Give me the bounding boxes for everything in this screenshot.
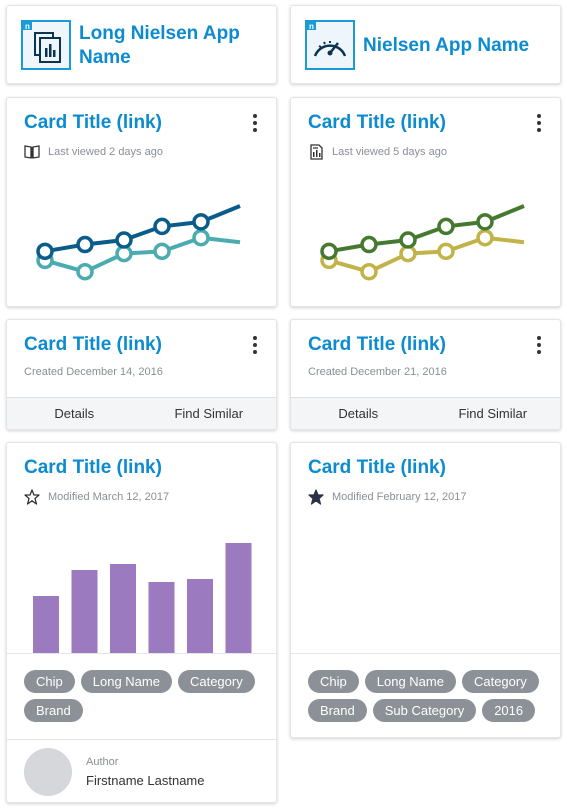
data-point [76,235,94,254]
card-title-link[interactable]: Card Title (link) [308,112,446,134]
details-button[interactable]: Details [7,398,142,429]
chip[interactable]: Long Name [364,670,456,693]
action-card-1: Card Title (link) Created December 14, 2… [6,319,277,430]
data-point [192,228,210,247]
chip[interactable]: Long Name [80,670,172,693]
series-line-1 [44,204,241,254]
details-button[interactable]: Details [291,398,426,429]
meta-text: Modified February 12, 2017 [332,491,467,503]
data-point [476,213,494,231]
meta-text: Created December 14, 2016 [24,366,163,378]
more-options-icon[interactable] [251,336,259,354]
action-card-2: Card Title (link) Created December 21, 2… [290,319,561,430]
card-title-link[interactable]: Card Title (link) [24,112,162,134]
data-point [320,242,338,261]
star-outline-icon[interactable] [24,489,40,505]
author-name: Firstname Lastname [86,773,205,788]
find-similar-button[interactable]: Find Similar [426,398,561,429]
divider [7,739,276,740]
data-point [115,231,133,249]
book-icon [24,145,40,159]
data-point [76,262,94,281]
chip[interactable]: Brand [24,699,83,722]
bar [187,579,213,653]
divider [291,653,560,654]
chip-list: Chip Long Name Category Brand [24,670,268,728]
chart-card-1: Card Title (link) Last viewed 2 days ago [6,97,277,307]
chip-list: Chip Long Name Category Brand Sub Category 20… [308,670,552,728]
data-point [476,228,494,247]
avatar [24,748,72,796]
tag-card-2: Card Title (link) Modified February 12, … [290,442,561,738]
meta-text: Modified March 12, 2017 [48,491,170,503]
report-grid-icon: n [21,20,71,70]
app-card-long-nielsen[interactable]: n Long Nielsen App Name [6,5,277,84]
app-card-nielsen[interactable]: n Nielsen App Name [290,5,561,84]
more-options-icon[interactable] [251,114,259,132]
line-chart [320,204,525,281]
card-title-link[interactable]: Card Title (link) [308,457,446,479]
svg-text:n: n [25,22,30,31]
app-name[interactable]: Long Nielsen App Name [79,22,269,70]
data-point [360,262,378,281]
line-chart [36,204,241,281]
find-similar-button[interactable]: Find Similar [142,398,277,429]
document-icon [310,144,323,160]
author-label: Author [86,756,119,768]
card-title-link[interactable]: Card Title (link) [24,334,162,356]
more-options-icon[interactable] [535,114,543,132]
data-point [399,231,417,249]
chip[interactable]: Chip [24,670,75,693]
card-title-link[interactable]: Card Title (link) [24,457,162,479]
more-options-icon[interactable] [535,336,543,354]
bar [148,582,175,653]
card-title-link[interactable]: Card Title (link) [308,334,446,356]
tag-card-1: Card Title (link) Modified March 12, 201… [6,442,277,803]
meta-text: Last viewed 2 days ago [48,146,163,158]
divider [7,653,276,654]
app-name[interactable]: Nielsen App Name [363,34,553,58]
chip[interactable]: 2016 [482,699,536,722]
data-point [437,242,455,261]
svg-text:n: n [309,22,314,31]
data-point [153,242,171,261]
card-meta: Created December 14, 2016 [24,366,163,378]
chip[interactable]: Sub Category [372,699,477,722]
chip[interactable]: Brand [308,699,367,722]
card-footer: Details Find Similar [7,397,276,429]
series-line-1 [328,204,525,254]
card-meta: Last viewed 2 days ago [24,144,163,160]
data-point [437,217,455,236]
meta-text: Created December 21, 2016 [308,366,447,378]
chip[interactable]: Category [461,670,539,693]
card-meta: Modified February 12, 2017 [308,489,467,505]
data-point [153,217,171,236]
card-footer: Details Find Similar [291,397,560,429]
star-filled-icon[interactable] [308,489,324,505]
bar-chart [33,543,252,653]
card-meta: Modified March 12, 2017 [24,489,169,505]
chart-card-2: Card Title (link) Last viewed 5 days ago [290,97,561,307]
bar [33,596,59,653]
bar [110,564,136,653]
meta-text: Last viewed 5 days ago [332,146,447,158]
card-meta: Created December 21, 2016 [308,366,447,378]
chip[interactable]: Chip [308,670,359,693]
series-line-2 [44,235,241,274]
gauge-icon: n [305,20,355,70]
card-meta: Last viewed 5 days ago [308,144,447,160]
data-point [192,213,210,231]
bar [225,543,252,653]
chip[interactable]: Category [177,670,255,693]
data-point [36,242,54,261]
data-point [360,235,378,254]
series-line-2 [328,235,525,274]
bar [71,570,98,653]
